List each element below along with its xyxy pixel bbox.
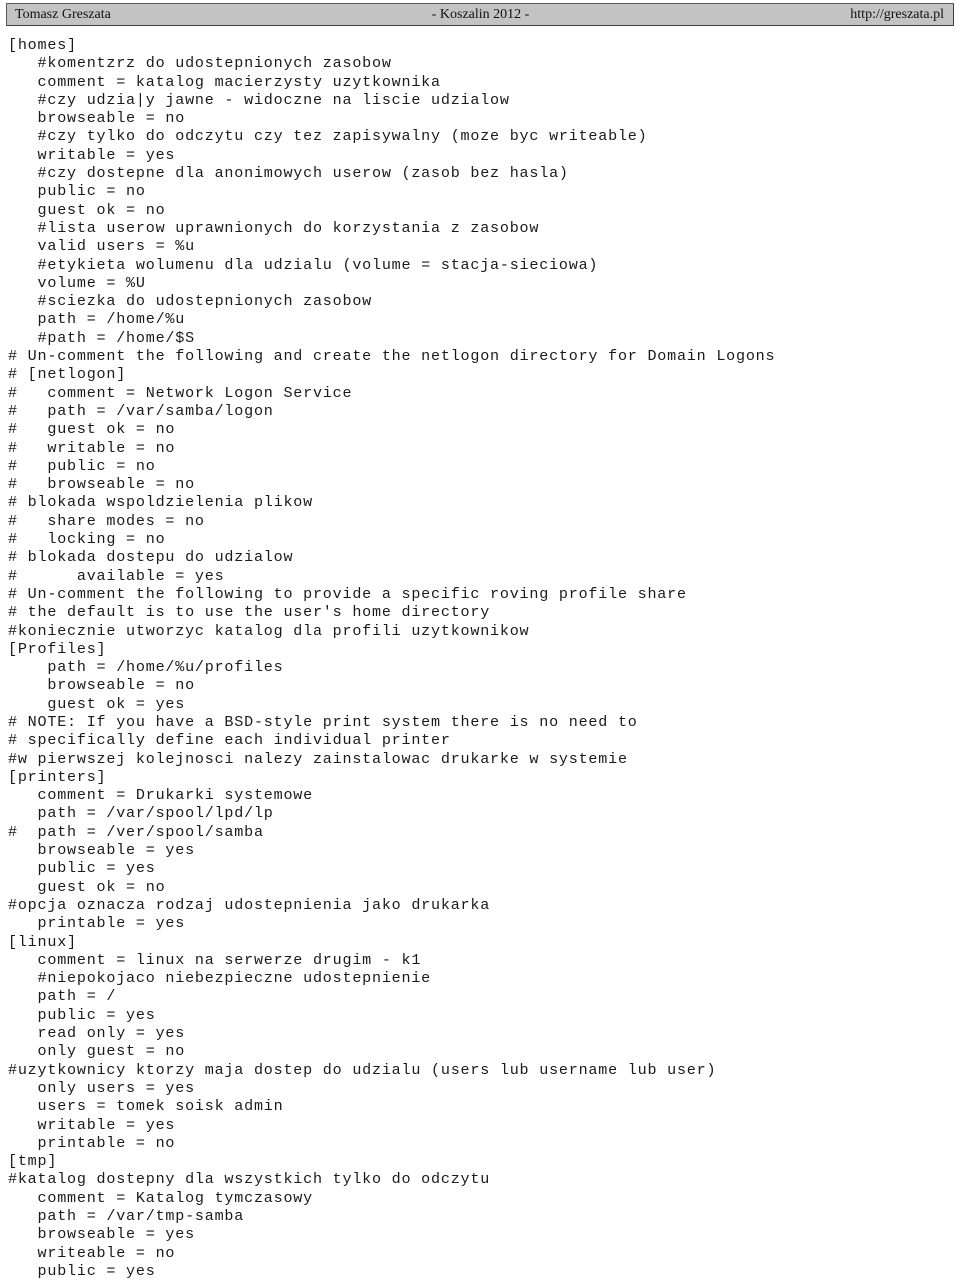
- code-line: public = yes: [8, 1261, 156, 1280]
- code-line: # blokada wspoldzielenia plikow: [8, 493, 313, 512]
- header-website: http://greszata.pl: [850, 6, 944, 22]
- code-line: writable = yes: [8, 1115, 176, 1134]
- code-line: browseable = yes: [8, 841, 195, 860]
- code-line: #koniecznie utworzyc katalog dla profili…: [8, 621, 530, 640]
- code-line: # specifically define each individual pr…: [8, 731, 451, 750]
- code-line: # browseable = no: [8, 475, 195, 494]
- code-line: # locking = no: [8, 530, 166, 549]
- code-line: # blokada dostepu do udzialow: [8, 548, 294, 567]
- code-line: #komentzrz do udostepnionych zasobow: [8, 54, 392, 73]
- code-line: path = /var/tmp-samba: [8, 1207, 245, 1225]
- code-line: # share modes = no: [8, 511, 205, 530]
- code-line: guest ok = no: [8, 200, 166, 219]
- code-line: #czy udzia|y jawne - widoczne na liscie …: [8, 90, 510, 109]
- code-line: printable = yes: [8, 914, 186, 933]
- code-line: # available = yes: [8, 566, 225, 585]
- code-line: comment = katalog macierzysty uzytkownik…: [8, 72, 441, 91]
- code-line: #sciezka do udostepnionych zasobow: [8, 292, 372, 311]
- code-line: path = /home/%u/profiles: [8, 658, 284, 677]
- code-line: # [netlogon]: [8, 365, 127, 384]
- code-line: # the default is to use the user's home …: [8, 603, 491, 622]
- code-line: only users = yes: [8, 1078, 195, 1097]
- code-listing: [homes] #komentzrz do udostepnionych zas…: [0, 36, 960, 1280]
- code-line: #uzytkownicy ktorzy maja dostep do udzia…: [8, 1060, 717, 1079]
- code-line: # path = /var/samba/logon: [8, 401, 274, 420]
- code-line: path = /: [8, 987, 117, 1006]
- code-line: path = /home/%u: [8, 310, 186, 329]
- code-line: volume = %U: [8, 273, 146, 292]
- header-author: Tomasz Greszata: [15, 6, 111, 22]
- code-line: guest ok = yes: [8, 694, 186, 713]
- code-line: browseable = no: [8, 676, 195, 695]
- code-line: #czy tylko do odczytu czy tez zapisywaln…: [8, 127, 648, 146]
- code-line: # NOTE: If you have a BSD-style print sy…: [8, 712, 638, 731]
- code-line: # public = no: [8, 456, 156, 475]
- document-page: Tomasz Greszata - Koszalin 2012 - http:/…: [0, 0, 960, 1280]
- code-line: #lista userow uprawnionych do korzystani…: [8, 218, 540, 237]
- code-line: comment = Katalog tymczasowy: [8, 1188, 313, 1207]
- code-line: writable = yes: [8, 145, 176, 164]
- code-line: browseable = no: [8, 109, 186, 128]
- code-line: comment = linux na serwerze drugim - k1: [8, 950, 422, 969]
- running-header: Tomasz Greszata - Koszalin 2012 - http:/…: [6, 3, 954, 26]
- code-line: guest ok = no: [8, 877, 166, 896]
- code-line: browseable = yes: [8, 1225, 195, 1244]
- code-line: #czy dostepne dla anonimowych userow (za…: [8, 164, 569, 183]
- code-line: printable = no: [8, 1133, 176, 1152]
- code-line: #niepokojaco niebezpieczne udostepnienie: [8, 969, 432, 988]
- code-line: # path = /ver/spool/samba: [8, 822, 264, 841]
- code-line: path = /var/spool/lpd/lp: [8, 804, 274, 823]
- code-line: # Un-comment the following to provide a …: [8, 584, 687, 603]
- code-line: [tmp]: [8, 1152, 58, 1171]
- code-line: #path = /home/$S: [8, 328, 195, 347]
- code-line: public = no: [8, 182, 146, 201]
- code-line: read only = yes: [8, 1024, 186, 1043]
- code-line: [printers]: [8, 767, 107, 786]
- code-line: #w pierwszej kolejnosci nalezy zainstalo…: [8, 749, 628, 768]
- code-line: #opcja oznacza rodzaj udostepnienia jako…: [8, 895, 491, 914]
- code-line: users = tomek soisk admin: [8, 1097, 284, 1116]
- code-line: public = yes: [8, 859, 156, 878]
- code-line: [linux]: [8, 932, 77, 951]
- code-line: # writable = no: [8, 438, 176, 457]
- code-line: # comment = Network Logon Service: [8, 383, 353, 402]
- code-line: public = yes: [8, 1005, 156, 1024]
- code-line: valid users = %u: [8, 237, 195, 256]
- code-line: comment = Drukarki systemowe: [8, 786, 313, 805]
- header-title: - Koszalin 2012 -: [431, 6, 530, 22]
- code-line: #etykieta wolumenu dla udzialu (volume =…: [8, 255, 599, 274]
- code-line: writeable = no: [8, 1243, 176, 1262]
- code-line: only guest = no: [8, 1042, 186, 1061]
- code-line: # guest ok = no: [8, 420, 176, 439]
- code-line: # Un-comment the following and create th…: [8, 347, 776, 366]
- code-line: [Profiles]: [8, 639, 107, 658]
- code-line: #katalog dostepny dla wszystkich tylko d…: [8, 1170, 491, 1189]
- code-line: [homes]: [8, 36, 77, 54]
